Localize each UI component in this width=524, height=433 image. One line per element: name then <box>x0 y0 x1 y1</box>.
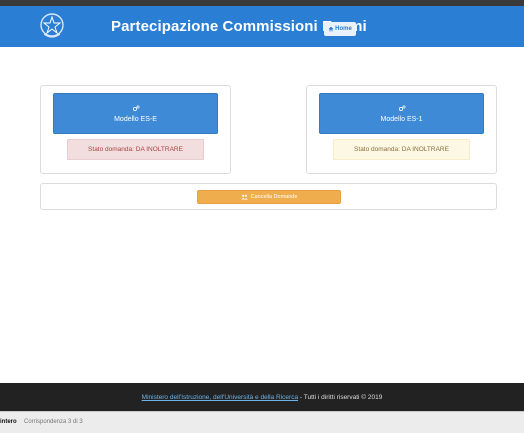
cancel-applications-label: Cancella Domande <box>250 194 298 200</box>
home-button-label: Home <box>335 26 352 32</box>
cogs-icon <box>398 105 405 111</box>
ministry-link[interactable]: Ministero dell'Istruzione, dell'Universi… <box>142 394 298 401</box>
status-badge-es-1: Stato domanda: DA INOLTRARE <box>333 139 470 160</box>
card-modello-es-1: Modello ES-1 Stato domanda: DA INOLTRARE <box>306 85 497 174</box>
actions-panel: Cancella Domande <box>40 183 497 210</box>
republic-emblem-icon <box>38 10 66 42</box>
modello-es-1-button[interactable]: Modello ES-1 <box>319 93 484 134</box>
modello-es-e-button[interactable]: Modello ES-E <box>53 93 218 134</box>
cancel-applications-button[interactable]: Cancella Domande <box>197 190 341 204</box>
home-icon <box>328 26 334 32</box>
home-button[interactable]: Home <box>324 22 356 36</box>
modello-es-e-label: Modello ES-E <box>114 115 157 123</box>
users-icon <box>240 194 248 200</box>
card-modello-es-e: Modello ES-E Stato domanda: DA INOLTRARE <box>40 85 231 174</box>
page-footer: Ministero dell'Istruzione, dell'Universi… <box>0 383 524 411</box>
modello-es-1-label: Modello ES-1 <box>380 115 423 123</box>
status-badge-es-e: Stato domanda: DA INOLTRARE <box>67 139 204 160</box>
rights-text: - Tutti i diritti riservati © 2019 <box>298 393 383 401</box>
cogs-icon <box>132 105 139 111</box>
find-search-term[interactable]: intero <box>0 419 17 425</box>
app-header: Partecipazione Commissioni Esami Home <box>0 6 524 47</box>
find-bar: intero Corrispondenza 3 di 3 <box>0 411 524 433</box>
find-match-count: Corrispondenza 3 di 3 <box>24 419 83 425</box>
